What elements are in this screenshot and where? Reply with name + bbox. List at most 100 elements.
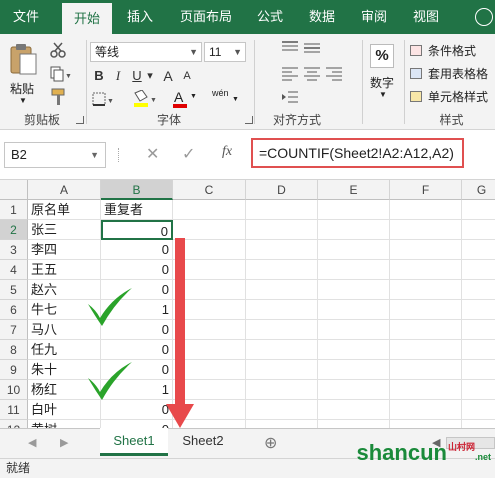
paste-button[interactable]: 粘贴 ▼ — [6, 40, 40, 106]
cell-styles-button[interactable]: 单元格样式 — [408, 88, 495, 106]
cell-a-4[interactable]: 王五 — [28, 260, 101, 280]
row-header[interactable]: 7 — [0, 320, 28, 340]
align-top-icon[interactable] — [280, 40, 300, 56]
cell-g-2[interactable] — [462, 220, 495, 240]
column-header-b[interactable]: B — [101, 180, 173, 200]
row-header[interactable]: 12 — [0, 420, 28, 428]
cell-c-7[interactable] — [173, 320, 246, 340]
phonetic-button[interactable]: wén ▼ — [210, 88, 240, 108]
tab-view[interactable]: 视图 — [406, 0, 446, 34]
cell-d-8[interactable] — [246, 340, 318, 360]
grow-font-button[interactable]: A — [160, 66, 176, 86]
cell-d-2[interactable] — [246, 220, 318, 240]
cell-a-2[interactable]: 张三 — [28, 220, 101, 240]
cell-g-9[interactable] — [462, 360, 495, 380]
cell-g-12[interactable] — [462, 420, 495, 428]
column-header-c[interactable]: C — [173, 180, 246, 200]
tab-insert[interactable]: 插入 — [118, 0, 162, 34]
cell-e-11[interactable] — [318, 400, 390, 420]
cell-d-4[interactable] — [246, 260, 318, 280]
row-header[interactable]: 1 — [0, 200, 28, 220]
cell-a-5[interactable]: 赵六 — [28, 280, 101, 300]
cell-f-10[interactable] — [390, 380, 462, 400]
cell-a-7[interactable]: 马八 — [28, 320, 101, 340]
cell-e-8[interactable] — [318, 340, 390, 360]
row-header[interactable]: 5 — [0, 280, 28, 300]
border-icon[interactable]: ▼ — [92, 92, 114, 108]
sheet-tab-sheet2[interactable]: Sheet2 — [172, 428, 234, 456]
cell-f-2[interactable] — [390, 220, 462, 240]
font-size-combo[interactable]: 11 ▼ — [204, 42, 246, 62]
cell-g-4[interactable] — [462, 260, 495, 280]
align-right-icon[interactable] — [324, 66, 344, 82]
cell-g-1[interactable] — [462, 200, 495, 220]
italic-button[interactable]: I — [112, 66, 124, 86]
cell-f-12[interactable] — [390, 420, 462, 428]
cell-b-2[interactable]: 0 — [101, 220, 173, 240]
cell-b-11[interactable]: 0 — [101, 400, 173, 420]
cell-d-10[interactable] — [246, 380, 318, 400]
cell-c-5[interactable] — [173, 280, 246, 300]
cell-e-4[interactable] — [318, 260, 390, 280]
number-format-button[interactable]: % 数字 ▼ — [366, 42, 398, 106]
cell-f-11[interactable] — [390, 400, 462, 420]
format-as-table-button[interactable]: 套用表格格 — [408, 65, 495, 83]
cell-e-2[interactable] — [318, 220, 390, 240]
cell-b-8[interactable]: 0 — [101, 340, 173, 360]
enter-icon[interactable]: ✓ — [182, 144, 195, 164]
cell-d-12[interactable] — [246, 420, 318, 428]
worksheet-grid[interactable]: A B C D E F G 1 原名单 重复者 2 张三 0 3 李四 0 4 王五 0 5 赵六 0 6 牛七… — [0, 180, 495, 428]
row-header[interactable]: 9 — [0, 360, 28, 380]
cell-f-5[interactable] — [390, 280, 462, 300]
cell-e-7[interactable] — [318, 320, 390, 340]
cell-f-6[interactable] — [390, 300, 462, 320]
column-header-d[interactable]: D — [246, 180, 318, 200]
row-header[interactable]: 4 — [0, 260, 28, 280]
cell-a-11[interactable]: 白叶 — [28, 400, 101, 420]
cut-icon[interactable] — [50, 42, 66, 58]
align-middle-icon[interactable] — [302, 40, 322, 56]
cell-d-7[interactable] — [246, 320, 318, 340]
column-header-g[interactable]: G — [462, 180, 495, 200]
cell-d-6[interactable] — [246, 300, 318, 320]
cell-b-9[interactable]: 0 — [101, 360, 173, 380]
tab-formulas[interactable]: 公式 — [250, 0, 290, 34]
cell-d-9[interactable] — [246, 360, 318, 380]
cell-a-12[interactable]: 黄树 — [28, 420, 101, 428]
tab-data[interactable]: 数据 — [302, 0, 342, 34]
cell-b-3[interactable]: 0 — [101, 240, 173, 260]
cell-d-1[interactable] — [246, 200, 318, 220]
cell-c-9[interactable] — [173, 360, 246, 380]
cell-c-3[interactable] — [173, 240, 246, 260]
cell-b-12[interactable]: 0 — [101, 420, 173, 428]
add-sheet-button[interactable]: ⊕ — [264, 433, 277, 453]
sheet-nav-prev-icon[interactable]: ◀ — [28, 436, 36, 449]
font-name-combo[interactable]: 等线 ▼ — [90, 42, 202, 62]
cell-e-12[interactable] — [318, 420, 390, 428]
cell-a-10[interactable]: 杨红 — [28, 380, 101, 400]
indent-icon[interactable] — [280, 90, 300, 106]
sheet-tab-sheet1[interactable]: Sheet1 — [100, 428, 168, 456]
cell-a-6[interactable]: 牛七 — [28, 300, 101, 320]
cell-f-8[interactable] — [390, 340, 462, 360]
cell-e-10[interactable] — [318, 380, 390, 400]
cell-g-8[interactable] — [462, 340, 495, 360]
align-left-icon[interactable] — [280, 66, 300, 82]
tab-home[interactable]: 开始 — [62, 3, 112, 34]
cell-g-3[interactable] — [462, 240, 495, 260]
cell-b-7[interactable]: 0 — [101, 320, 173, 340]
cell-c-6[interactable] — [173, 300, 246, 320]
cell-d-3[interactable] — [246, 240, 318, 260]
cell-a-1[interactable]: 原名单 — [28, 200, 101, 220]
conditional-format-button[interactable]: 条件格式 — [408, 42, 495, 60]
cell-a-8[interactable]: 任九 — [28, 340, 101, 360]
cell-a-3[interactable]: 李四 — [28, 240, 101, 260]
cell-b-4[interactable]: 0 — [101, 260, 173, 280]
cell-c-12[interactable] — [173, 420, 246, 428]
chevron-down-icon[interactable]: ▾ — [145, 66, 155, 86]
insert-function-icon[interactable]: fx — [222, 144, 232, 160]
cell-b-6[interactable]: 1 — [101, 300, 173, 320]
row-header[interactable]: 8 — [0, 340, 28, 360]
cell-f-1[interactable] — [390, 200, 462, 220]
row-header[interactable]: 3 — [0, 240, 28, 260]
